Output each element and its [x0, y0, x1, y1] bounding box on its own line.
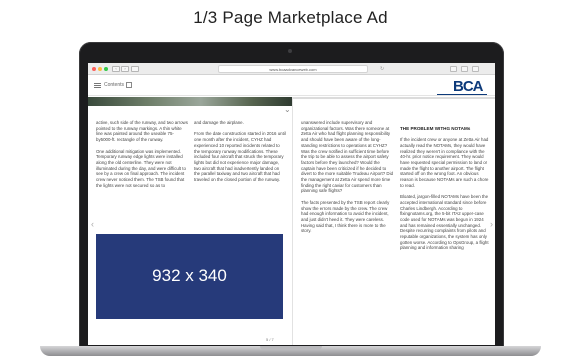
article-column-3: unanswered include supervisory and organ… [301, 120, 394, 234]
header-rule [293, 97, 495, 99]
article-column-4: THE PROBLEM WITHG NOTAMs If the incident… [400, 120, 492, 257]
camera-icon [288, 49, 292, 53]
article-column-2: and damage the airplane. From the date c… [194, 120, 286, 183]
laptop-notch [260, 346, 322, 350]
next-page-icon[interactable]: › [490, 219, 493, 229]
header-photo [88, 97, 293, 106]
ad-placeholder[interactable]: 932 x 340 [96, 234, 283, 319]
magazine-spread: ⌄ active, such side of the runway, and t… [88, 97, 495, 345]
article-column-4-body: If the incident crew or anyone at Zetta … [400, 137, 489, 251]
laptop-screen: ‹ › www.bcaadvanceweb.com ↻ Contents BCA… [88, 63, 495, 345]
new-tab-icon[interactable] [472, 66, 479, 72]
page-fold [292, 97, 293, 345]
sidebar-toggle-icon[interactable] [131, 66, 139, 72]
page-indicator: 5 / 7 [266, 337, 274, 342]
section-heading: THE PROBLEM WITHG NOTAMs [400, 125, 471, 131]
share-icon[interactable] [450, 66, 457, 72]
back-icon[interactable]: ‹ [112, 66, 120, 72]
url-bar[interactable]: www.bcaadvanceweb.com [218, 65, 368, 73]
close-window-button[interactable] [92, 67, 96, 71]
fullscreen-icon[interactable] [126, 82, 132, 88]
menu-icon[interactable] [94, 83, 101, 88]
bca-logo: BCA [453, 78, 484, 95]
tabs-icon[interactable] [461, 66, 468, 72]
zoom-window-button[interactable] [104, 67, 108, 71]
reader-toolbar: Contents BCA [88, 76, 495, 96]
contents-button[interactable]: Contents [104, 82, 124, 88]
ad-size-label: 932 x 340 [152, 266, 227, 285]
chevron-down-icon[interactable]: ⌄ [284, 105, 291, 114]
page-title: 1/3 Page Marketplace Ad [193, 8, 388, 27]
forward-icon[interactable]: › [121, 66, 129, 72]
reload-icon[interactable]: ↻ [380, 66, 384, 72]
browser-toolbar: ‹ › www.bcaadvanceweb.com ↻ [88, 63, 495, 75]
logo-underline [437, 94, 487, 95]
previous-page-icon[interactable]: ‹ [91, 219, 94, 229]
article-column-1: active, such side of the runway, and two… [96, 120, 188, 188]
minimize-window-button[interactable] [98, 67, 102, 71]
